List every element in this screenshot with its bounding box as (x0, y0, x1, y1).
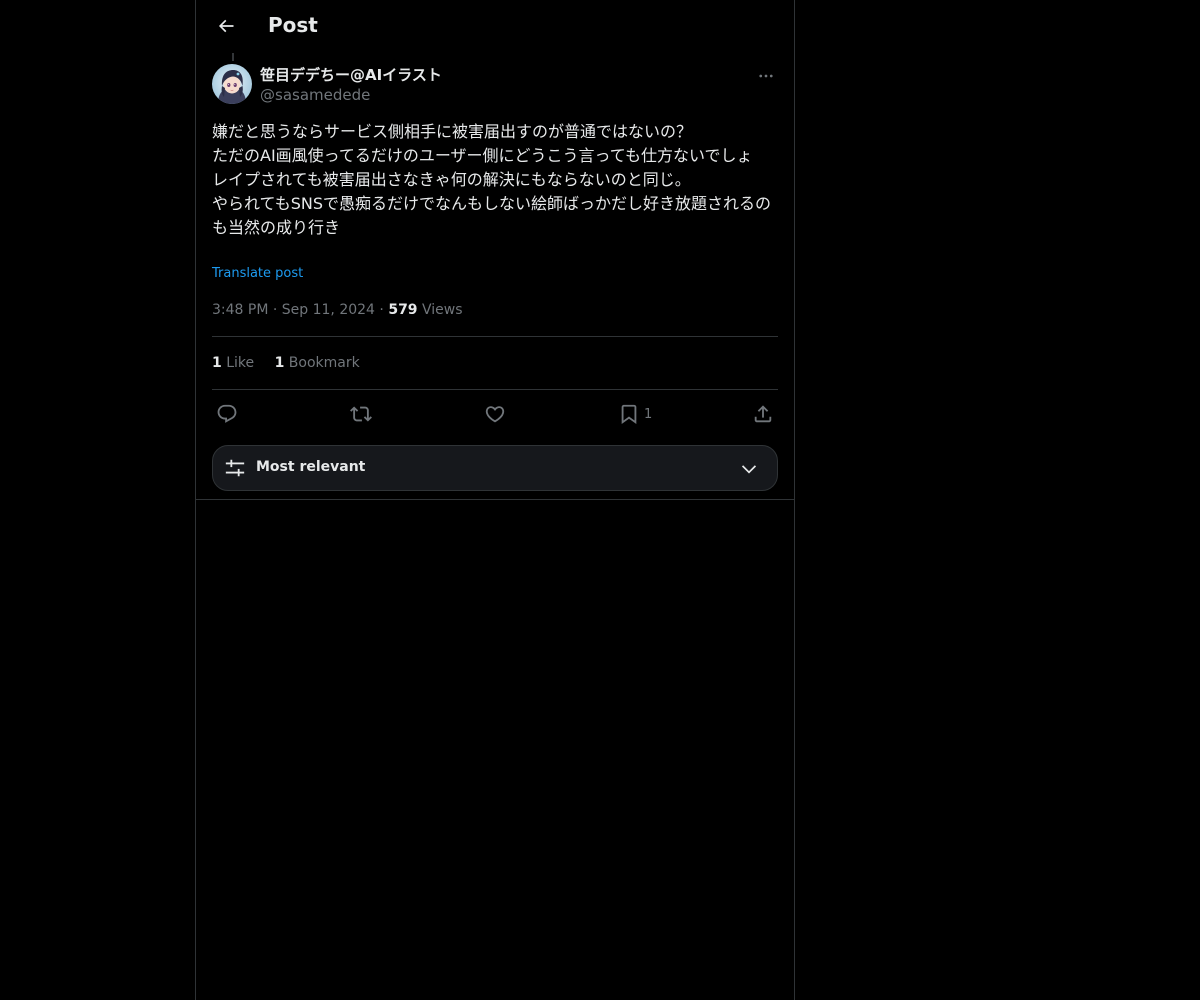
engagement-stats: 1 Like 1 Bookmark (212, 353, 376, 373)
meta-separator: · (379, 302, 384, 318)
like-button[interactable] (484, 402, 506, 426)
bookmark-count: 1 (644, 406, 653, 422)
share-icon (754, 405, 772, 423)
bookmark-icon (621, 404, 637, 425)
sort-label: Most relevant (256, 459, 366, 475)
thread-connector (232, 53, 234, 61)
views-label: Views (422, 302, 463, 318)
action-bar: 1 (212, 402, 778, 426)
more-horizontal-icon (759, 74, 773, 78)
likes-count: 1 (212, 355, 222, 371)
author-info: 笹目デデちー@AIイラスト @sasamedede (260, 65, 442, 105)
feed-divider (196, 499, 794, 500)
post-time[interactable]: 3:48 PM (212, 302, 268, 318)
more-options-button[interactable] (754, 64, 778, 88)
page-header: Post (196, 0, 794, 53)
repost-button[interactable] (350, 402, 372, 426)
bookmarks-count: 1 (274, 355, 285, 371)
meta-separator: · (272, 302, 278, 318)
author-handle[interactable]: @sasamedede (260, 85, 442, 105)
chevron-down-icon (741, 465, 757, 474)
divider (212, 389, 778, 390)
heart-icon (485, 406, 505, 423)
translate-post-link[interactable]: Translate post (212, 266, 303, 281)
likes-label: Like (226, 355, 255, 371)
repost-icon (350, 406, 372, 422)
sliders-icon (225, 459, 245, 477)
post-metadata: 3:48 PM · Sep 11, 2024 · 579 Views (212, 300, 463, 320)
arrow-left-icon (218, 19, 234, 33)
back-button[interactable] (208, 8, 244, 44)
share-button[interactable] (752, 402, 774, 426)
reply-sort-dropdown[interactable]: Most relevant (212, 445, 778, 491)
primary-column: Post 笹目デデちー@AIイラスト @sasamedede 嫌だと思うならサー… (195, 0, 795, 1000)
page-title: Post (268, 13, 318, 37)
post-date[interactable]: Sep 11, 2024 (282, 302, 375, 318)
bookmarks-label: Bookmark (288, 355, 360, 371)
reply-button[interactable] (216, 402, 238, 426)
author-display-name[interactable]: 笹目デデちー@AIイラスト (260, 65, 442, 85)
divider (212, 336, 778, 337)
avatar[interactable] (212, 64, 252, 104)
post-text: 嫌だと思うならサービス側相手に被害届出すのが普通ではないの？ ただのAI画風使っ… (212, 122, 772, 237)
likes-stat[interactable]: 1 Like (212, 355, 254, 371)
bookmarks-stat[interactable]: 1 Bookmark (275, 355, 360, 371)
bookmark-button[interactable]: 1 (618, 402, 652, 426)
views-count: 579 (388, 302, 418, 318)
avatar-image-icon (212, 64, 252, 104)
reply-icon (217, 404, 237, 423)
